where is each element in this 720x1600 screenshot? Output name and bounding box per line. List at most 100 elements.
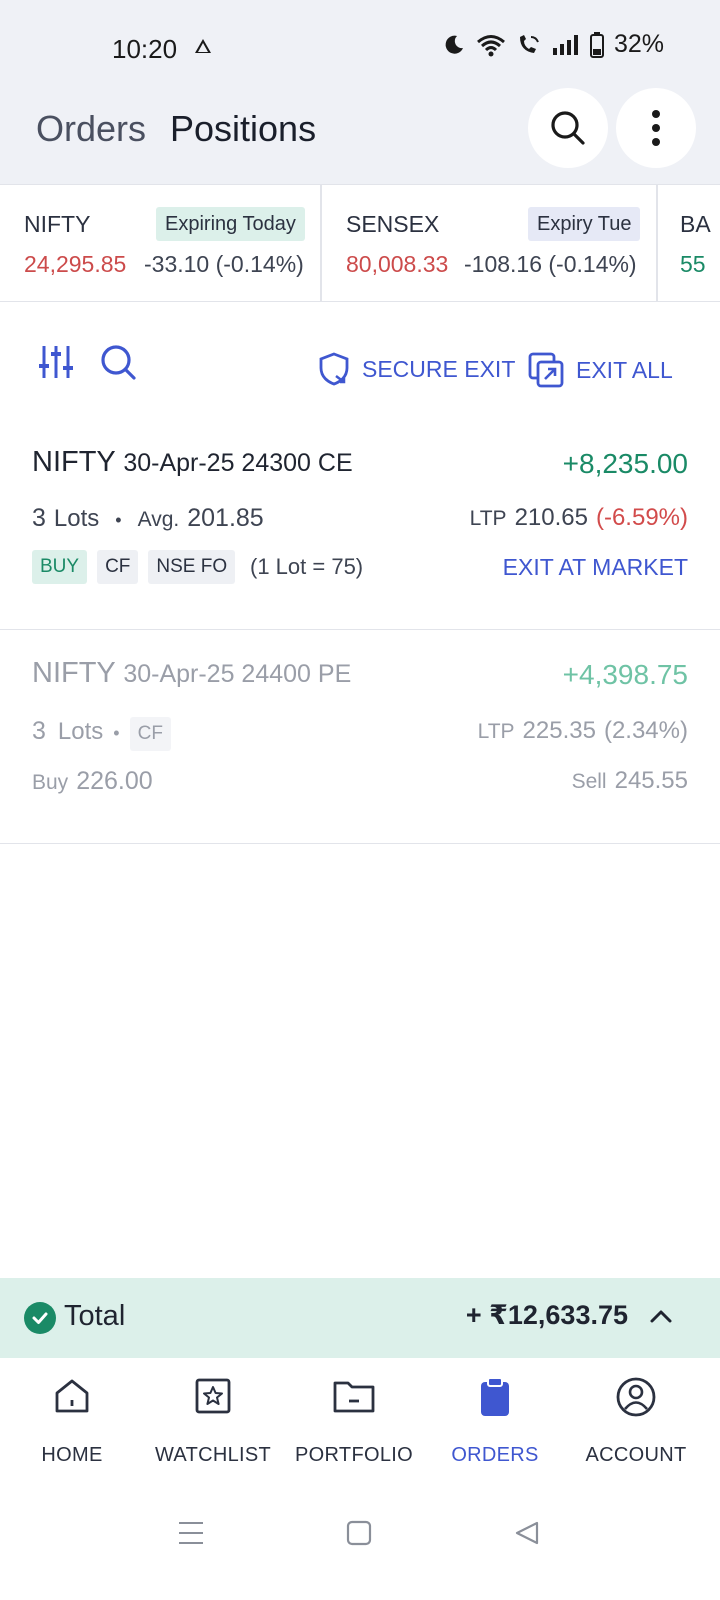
sell-price: 245.55 bbox=[614, 767, 688, 794]
lots-label: Lots bbox=[53, 505, 100, 532]
position-card[interactable]: NIFTY 30-Apr-25 24300 CE +8,235.00 3 Lot… bbox=[0, 432, 720, 630]
positions-toolbar: SECURE EXIT EXIT ALL bbox=[0, 302, 720, 432]
position-tags: BUY CF NSE FO bbox=[32, 550, 236, 584]
position-symbol: NIFTY 30-Apr-25 24400 PE bbox=[32, 657, 351, 690]
notification-icon bbox=[194, 38, 212, 59]
position-qty: 3 Lots • CF bbox=[32, 717, 171, 751]
top-header: 10:20 32% Orders Positions bbox=[0, 0, 720, 184]
index-change: -108.16 (-0.14%) bbox=[464, 251, 637, 277]
exit-all-label: EXIT ALL bbox=[576, 356, 673, 383]
signal-icon bbox=[552, 34, 580, 56]
sell-label: Sell bbox=[571, 770, 607, 793]
index-card-sensex[interactable]: SENSEX Expiry Tue 80,008.33 -108.16 (-0.… bbox=[322, 185, 656, 301]
tag-exchange: NSE FO bbox=[148, 550, 236, 584]
position-buy: Buy 226.00 bbox=[32, 767, 153, 796]
secure-exit-label: SECURE EXIT bbox=[362, 355, 516, 382]
back-triangle-icon[interactable] bbox=[514, 1520, 540, 1546]
shield-icon bbox=[319, 352, 349, 386]
status-time: 10:20 bbox=[112, 34, 178, 64]
bottom-nav: HOME WATCHLIST PORTFOLIO ORDERS ACCOUNT bbox=[0, 1358, 720, 1490]
exit-at-market-button[interactable]: EXIT AT MARKET bbox=[503, 554, 688, 581]
total-label: Total bbox=[64, 1300, 126, 1332]
portfolio-folder-icon bbox=[333, 1381, 375, 1413]
ltp-change: (-6.59%) bbox=[595, 504, 688, 531]
nav-account-label: ACCOUNT bbox=[585, 1444, 687, 1466]
secure-exit-button[interactable]: SECURE EXIT bbox=[318, 352, 515, 386]
index-price: 24,295.85 bbox=[24, 251, 127, 277]
status-icons: 32% bbox=[442, 30, 664, 59]
index-name: NIFTY bbox=[24, 211, 91, 237]
index-name: BA bbox=[680, 211, 711, 237]
index-card-nifty[interactable]: NIFTY Expiring Today 24,295.85 -33.10 (-… bbox=[0, 185, 320, 301]
orders-clipboard-icon bbox=[481, 1377, 509, 1416]
separator-dot: • bbox=[115, 510, 122, 530]
exit-all-button[interactable]: EXIT ALL bbox=[528, 352, 673, 388]
search-icon bbox=[551, 111, 585, 145]
check-circle-icon bbox=[24, 1302, 56, 1334]
tab-positions[interactable]: Positions bbox=[170, 108, 316, 150]
wifi-icon bbox=[476, 33, 506, 57]
tab-orders[interactable]: Orders bbox=[36, 108, 146, 150]
buy-price: 226.00 bbox=[76, 767, 153, 795]
lots-label: Lots bbox=[57, 718, 104, 745]
position-pnl: +8,235.00 bbox=[562, 448, 688, 479]
battery-percent: 32% bbox=[613, 30, 664, 58]
chevron-up-icon[interactable] bbox=[648, 1304, 674, 1330]
nav-home[interactable]: HOME bbox=[0, 1358, 144, 1490]
ltp-change: (2.34%) bbox=[603, 717, 688, 744]
expiry-badge: Expiring Today bbox=[156, 207, 305, 241]
lots-count: 3 bbox=[32, 717, 46, 745]
index-change: -33.10 (-0.14%) bbox=[144, 251, 304, 277]
nav-portfolio[interactable]: PORTFOLIO bbox=[282, 1358, 426, 1490]
wifi-call-icon bbox=[516, 33, 542, 57]
lot-size: (1 Lot = 75) bbox=[250, 554, 364, 579]
watchlist-star-icon bbox=[195, 1378, 231, 1414]
contract-name: 30-Apr-25 24400 PE bbox=[123, 660, 352, 688]
index-card-partial[interactable]: BA 55 bbox=[658, 185, 720, 301]
search-icon[interactable] bbox=[98, 342, 138, 382]
home-square-icon[interactable] bbox=[346, 1520, 372, 1546]
position-ltp: LTP 225.35 (2.34%) bbox=[478, 717, 688, 745]
contract-name: 30-Apr-25 24300 CE bbox=[123, 449, 353, 477]
tag-buy: BUY bbox=[32, 550, 88, 584]
index-name: SENSEX bbox=[346, 211, 440, 237]
position-pnl: +4,398.75 bbox=[562, 659, 688, 690]
expiry-badge: Expiry Tue bbox=[528, 207, 641, 241]
filter-sliders-icon[interactable] bbox=[38, 344, 74, 380]
nav-orders-label: ORDERS bbox=[451, 1444, 539, 1466]
position-card[interactable]: NIFTY 30-Apr-25 24400 PE +4,398.75 3 Lot… bbox=[0, 631, 720, 844]
nav-orders[interactable]: ORDERS bbox=[423, 1358, 567, 1490]
ltp-label: LTP bbox=[477, 720, 515, 743]
symbol-name: NIFTY bbox=[32, 657, 116, 689]
lots-count: 3 bbox=[32, 504, 46, 532]
nav-watchlist[interactable]: WATCHLIST bbox=[141, 1358, 285, 1490]
tag-cf: CF bbox=[97, 550, 139, 584]
ltp-label: LTP bbox=[469, 507, 507, 530]
separator-dot: • bbox=[113, 723, 120, 743]
header-search-button[interactable] bbox=[528, 88, 608, 168]
buy-label: Buy bbox=[32, 771, 69, 794]
home-icon bbox=[55, 1379, 89, 1413]
index-price: 80,008.33 bbox=[346, 251, 449, 277]
position-qty-avg: 3 Lots • Avg. 201.85 bbox=[32, 504, 264, 533]
nav-account[interactable]: ACCOUNT bbox=[564, 1358, 708, 1490]
ltp-value: 210.65 bbox=[514, 504, 588, 531]
more-options-button[interactable] bbox=[616, 88, 696, 168]
recents-menu-icon[interactable] bbox=[178, 1520, 204, 1546]
index-ticker[interactable]: NIFTY Expiring Today 24,295.85 -33.10 (-… bbox=[0, 184, 720, 302]
system-nav-bar bbox=[0, 1490, 720, 1600]
nav-home-label: HOME bbox=[41, 1444, 103, 1466]
avg-price: 201.85 bbox=[187, 504, 264, 532]
total-value: + ₹12,633.75 bbox=[465, 1300, 628, 1330]
total-pnl-bar[interactable]: Total + ₹12,633.75 bbox=[0, 1278, 720, 1358]
position-ltp: LTP 210.65 (-6.59%) bbox=[470, 504, 688, 532]
tag-cf: CF bbox=[129, 717, 171, 751]
index-price: 55 bbox=[680, 251, 706, 277]
more-vertical-icon bbox=[652, 110, 660, 146]
account-user-icon bbox=[616, 1377, 656, 1417]
nav-watchlist-label: WATCHLIST bbox=[154, 1444, 272, 1466]
ltp-value: 225.35 bbox=[522, 717, 596, 744]
symbol-name: NIFTY bbox=[32, 446, 116, 478]
moon-icon bbox=[442, 33, 466, 57]
position-sell: Sell 245.55 bbox=[572, 767, 688, 795]
